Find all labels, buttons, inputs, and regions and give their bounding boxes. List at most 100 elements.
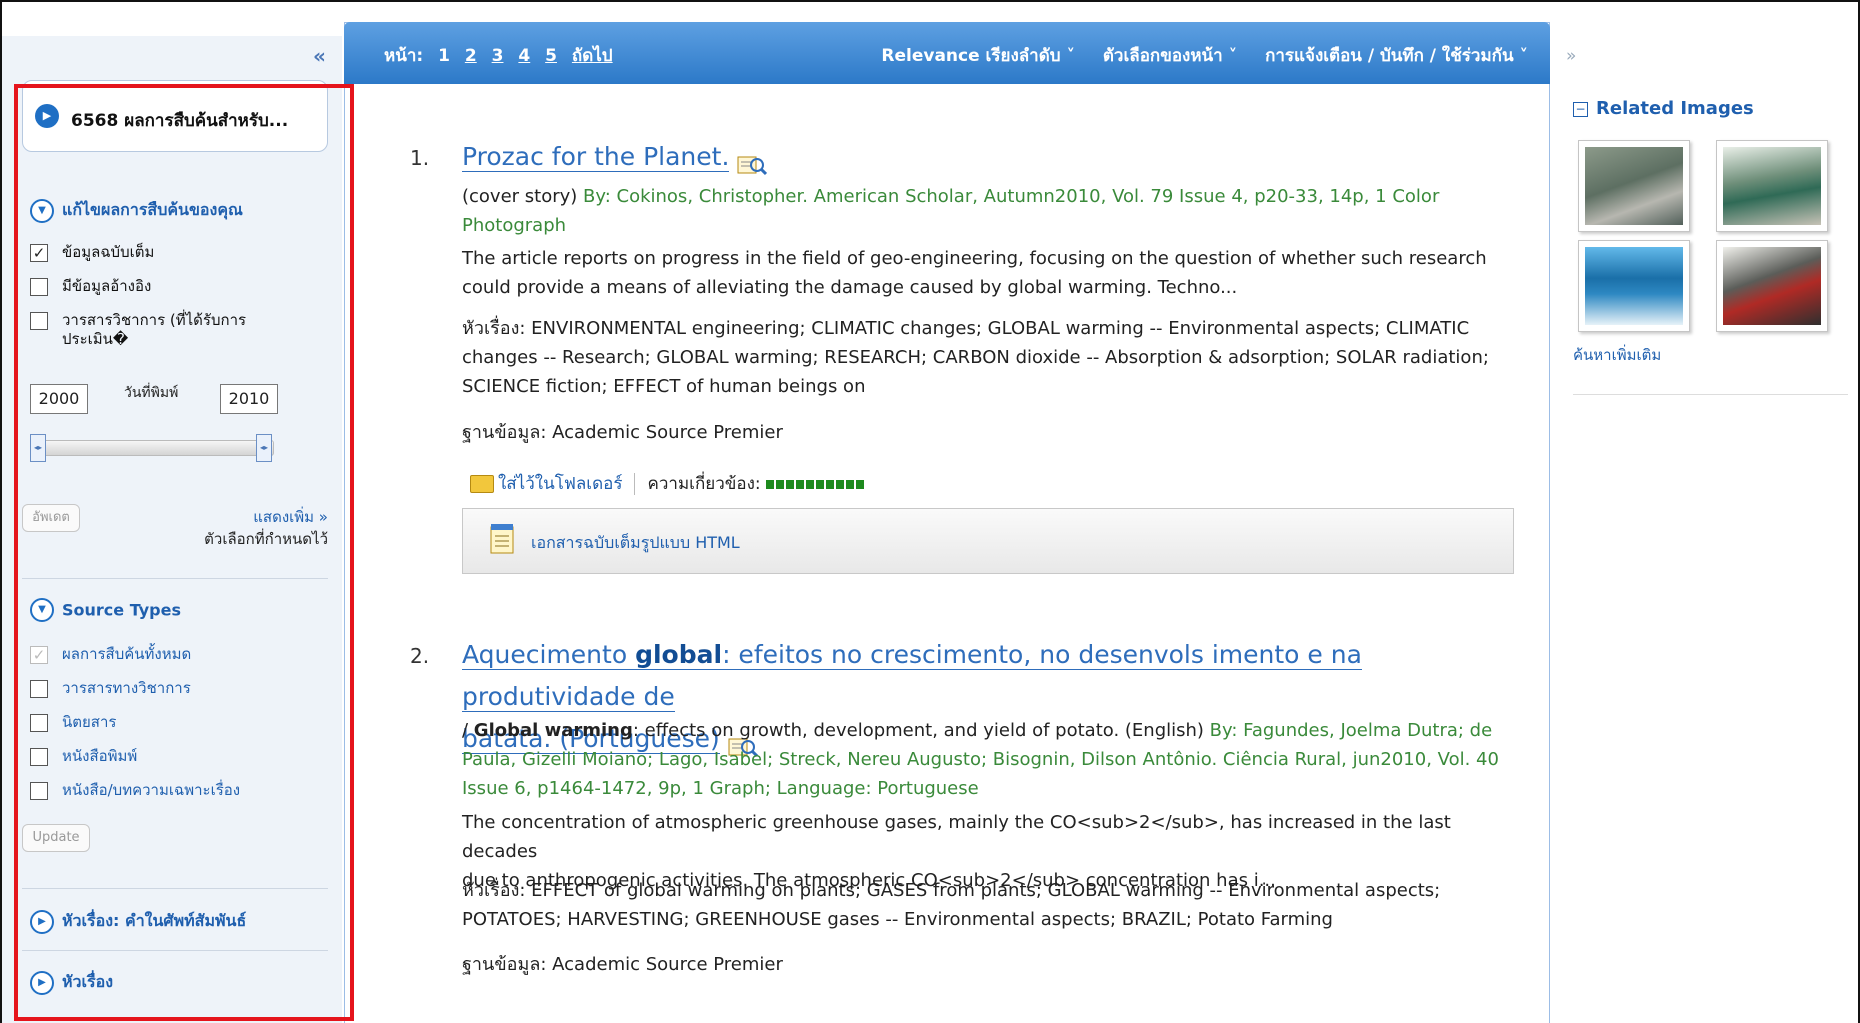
related-image-thumbnail[interactable] (1716, 240, 1828, 332)
result-subjects: หัวเรื่อง: EFFECT of global warming on p… (462, 876, 1522, 934)
folder-row: ใส่ไว้ในโฟลเดอร์ ความเกี่ยวข้อง: (470, 470, 865, 497)
source-type-label: วารสารทางวิชาการ (62, 679, 191, 697)
alerts-share-dropdown[interactable]: การแจ้งเตือน / บันทึก / ใช้ร่วมกัน ˅ (1265, 46, 1528, 66)
year-from-input[interactable]: 2000 (30, 384, 88, 414)
meta-source-cont: Photograph (462, 215, 567, 236)
subject-heading: หัวเรื่อง (62, 972, 114, 991)
page-options-dropdown[interactable]: ตัวเลือกของหน้า ˅ (1103, 46, 1237, 66)
separator (634, 473, 636, 495)
right-divider (1573, 394, 1848, 395)
expand-right-panel-button[interactable]: » (1566, 46, 1576, 66)
result-title-link[interactable]: Prozac for the Planet. (462, 142, 730, 172)
play-icon[interactable]: ▶ (35, 104, 59, 128)
sidebar-divider (22, 950, 328, 951)
sidebar-divider (22, 888, 328, 889)
related-image-thumbnail[interactable] (1578, 140, 1690, 232)
refine-results-header[interactable]: ▼ แก้ไขผลการสืบค้นของคุณ (30, 198, 243, 223)
source-type-label: ผลการสืบค้นทั้งหมด (62, 645, 192, 663)
chevron-right-icon[interactable]: ▶ (30, 970, 54, 995)
related-image-thumbnail[interactable] (1578, 240, 1690, 332)
subject-header[interactable]: ▶ หัวเรื่อง (30, 970, 113, 995)
source-types-heading: Source Types (62, 600, 181, 620)
meta-part: : effects on growth, development, and yi… (632, 720, 1210, 741)
preview-icon[interactable] (737, 147, 768, 176)
html-full-text-link[interactable]: เอกสารฉบับเต็มรูปแบบ HTML (531, 531, 740, 556)
result-title: Prozac for the Planet. (462, 136, 768, 178)
results-count: 6568 ผลการสืบค้นสำหรับ... (71, 111, 289, 131)
publication-date-label: วันที่พิมพ์ (124, 385, 179, 401)
subject-thesaurus-heading: หัวเรื่อง: คำในศัพท์สัมพันธ์ (62, 911, 247, 930)
result-title-link[interactable]: Aquecimento global: efeitos no crescimen… (462, 640, 1362, 712)
meta-prefix: (cover story) (462, 186, 584, 207)
result-meta: / Global warming: effects on growth, dev… (462, 716, 1522, 803)
refine-results-heading: แก้ไขผลการสืบค้นของคุณ (62, 200, 243, 219)
html-full-text-box[interactable]: เอกสารฉบับเต็มรูปแบบ HTML (462, 508, 1514, 574)
result-number: 2. (410, 644, 430, 668)
subjects-line: หัวเรื่อง: ENVIRONMENTAL engineering; CL… (462, 318, 1470, 339)
slider-handle-from[interactable]: ◂▸ (30, 434, 46, 462)
collapse-icon[interactable]: − (1573, 101, 1588, 117)
books-checkbox[interactable] (30, 782, 48, 800)
slider-handle-to[interactable]: ◂▸ (256, 434, 272, 462)
page-link[interactable]: 1 (438, 46, 450, 66)
page-link[interactable]: 4 (518, 46, 530, 66)
meta-part: / (462, 720, 474, 741)
pagination: หน้า: 1 2 3 4 5 ถัดไป (384, 42, 622, 69)
sidebar-divider (22, 578, 328, 579)
page-link[interactable]: 5 (545, 46, 557, 66)
toolbar-menus: Relevance เรียงลำดับ ˅ ตัวเลือกของหน้า ˅… (859, 42, 1528, 69)
page-link[interactable]: 3 (492, 46, 504, 66)
source-type-label: นิตยสาร (62, 713, 117, 731)
source-type-label: หนังสือพิมพ์ (62, 747, 138, 765)
source-types-header[interactable]: ▼ Source Types (30, 598, 181, 622)
add-to-folder-link[interactable]: ใส่ไว้ในโฟลเดอร์ (498, 474, 622, 494)
references-label: มีข้อมูลอ้างอิง (62, 277, 152, 295)
peer-reviewed-label-line1: วารสารวิชาการ (ที่ได้รับการ (62, 311, 247, 329)
related-images-header[interactable]: − Related Images (1573, 98, 1754, 119)
refine-update-button[interactable]: อัพเดต (22, 504, 80, 532)
peer-reviewed-checkbox[interactable] (30, 312, 48, 330)
collapse-sidebar-button[interactable]: « (313, 44, 326, 68)
result-database: ฐานข้อมูล: Academic Source Premier (462, 422, 783, 443)
page-label: หน้า: (384, 46, 424, 66)
subject-thesaurus-header[interactable]: ▶ หัวเรื่อง: คำในศัพท์สัมพันธ์ (30, 909, 246, 934)
source-types-update-button[interactable]: Update (22, 824, 90, 852)
chevron-down-icon[interactable]: ▼ (30, 598, 54, 622)
options-set-label: ตัวเลือกที่กำหนดไว้ (204, 530, 328, 548)
folder-icon[interactable] (470, 475, 494, 493)
date-range-slider[interactable] (32, 440, 274, 456)
full-text-label: ข้อมูลฉบับเต็ม (62, 243, 155, 261)
subjects-line: changes -- Research; GLOBAL warming; RES… (462, 347, 1489, 368)
academic-checkbox[interactable] (30, 680, 48, 698)
peer-reviewed-label-line2: ประเมิน� (62, 330, 129, 348)
chevron-right-icon[interactable]: ▶ (30, 909, 54, 934)
chevron-down-icon[interactable]: ▼ (30, 198, 54, 223)
related-image-thumbnail[interactable] (1716, 140, 1828, 232)
full-text-checkbox[interactable]: ✓ (30, 244, 48, 262)
meta-source-cont: Paula, Gizelli Moiano; Lago, Isabel; Str… (462, 749, 1499, 770)
title-part: Aquecimento (462, 640, 636, 669)
meta-source: By: Fagundes, Joelma Dutra; de (1209, 720, 1493, 741)
abstract-line: The concentration of atmospheric greenho… (462, 812, 1451, 862)
source-type-label: หนังสือ/บทความเฉพาะเรื่อง (62, 781, 241, 799)
show-more-link[interactable]: แสดงเพิ่ม » (128, 505, 328, 529)
magazines-checkbox[interactable] (30, 714, 48, 732)
next-page-link[interactable]: ถัดไป (572, 46, 613, 66)
result-database: ฐานข้อมูล: Academic Source Premier (462, 954, 783, 975)
sort-dropdown[interactable]: Relevance เรียงลำดับ ˅ (881, 46, 1075, 66)
peer-reviewed-label: วารสารวิชาการ (ที่ได้รับการ ประเมิน� (62, 311, 312, 349)
title-part-bold: global (635, 640, 723, 669)
newspapers-checkbox[interactable] (30, 748, 48, 766)
references-checkbox[interactable] (30, 278, 48, 296)
results-count-box: ▶ 6568 ผลการสืบค้นสำหรับ... (22, 80, 328, 152)
page-link[interactable]: 2 (465, 46, 477, 66)
related-images-heading: Related Images (1596, 98, 1754, 119)
search-more-link[interactable]: ค้นหาเพิ่มเติม (1573, 343, 1661, 367)
year-to-input[interactable]: 2010 (220, 384, 278, 414)
result-abstract: The article reports on progress in the f… (462, 244, 1522, 302)
abstract-line: could provide a means of alleviating the… (462, 277, 1238, 298)
subjects-line: POTATOES; HARVESTING; GREENHOUSE gases -… (462, 909, 1333, 930)
meta-source-cont: Issue 6, p1464-1472, 9p, 1 Graph; Langua… (462, 778, 979, 799)
meta-part-bold: Global warming (473, 720, 633, 741)
all-results-checkbox[interactable]: ✓ (30, 646, 48, 664)
